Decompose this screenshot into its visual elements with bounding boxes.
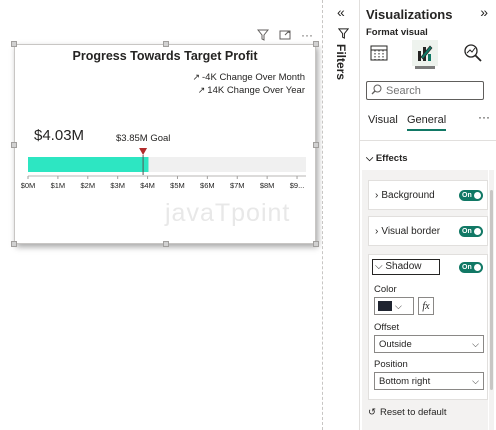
position-dropdown[interactable]: Bottom right ⌵ <box>374 372 484 390</box>
visual-title: Progress Towards Target Profit <box>72 49 258 63</box>
axis-tick-label: $4M <box>140 181 155 190</box>
color-label: Color <box>374 284 397 295</box>
build-visual-icon[interactable] <box>366 40 392 66</box>
resize-handle[interactable] <box>163 241 169 247</box>
filters-pane-collapsed: « Filters <box>322 0 360 430</box>
gauge-fill-bar <box>28 157 149 172</box>
pane-title: Visualizations <box>366 7 453 22</box>
powerbi-window: ··· Progress Towards Target Profit ↗ -4K … <box>0 0 496 430</box>
conditional-format-button[interactable]: fx <box>418 297 434 315</box>
shadow-toggle[interactable]: On <box>459 262 483 273</box>
axis-tick-label: $7M <box>230 181 245 190</box>
shadow-color-picker[interactable]: ⌵ <box>374 297 414 315</box>
report-canvas: ··· Progress Towards Target Profit ↗ -4K … <box>0 0 322 430</box>
chevron-down-icon: ⌵ <box>472 375 479 386</box>
kpi-month-text: -4K Change Over Month <box>202 72 305 83</box>
axis-tick-label: $0M <box>21 181 36 190</box>
chevron-right-icon: › <box>375 225 379 237</box>
position-value: Bottom right <box>379 375 431 387</box>
axis-tick-label: $8M <box>260 181 275 190</box>
pane-subtitle: Format visual <box>366 27 428 38</box>
format-cards-area: › Background On › Visual border On ⌵ Shado… <box>362 170 488 430</box>
visual-border-label: Visual border <box>381 225 441 237</box>
color-swatch <box>378 301 392 311</box>
active-mode-indicator <box>415 66 435 69</box>
background-toggle[interactable]: On <box>459 189 483 201</box>
search-icon <box>371 84 382 98</box>
effects-label: Effects <box>375 153 408 164</box>
offset-value: Outside <box>379 338 412 350</box>
scroll-thumb[interactable] <box>490 190 493 390</box>
goal-label: $3.85M Goal <box>116 133 171 144</box>
axis-tick-label: $1M <box>51 181 66 190</box>
chevron-down-icon: ⌵ <box>366 153 374 164</box>
trend-arrow-icon: ↗ <box>197 85 206 95</box>
visual-border-card[interactable]: › Visual border On <box>368 216 488 246</box>
axis-ticks: $0M $1M $2M $3M $4M $5M $6M $7M $8M $9... <box>21 176 305 190</box>
axis-tick-label: $5M <box>170 181 185 190</box>
visual-header: ··· <box>256 28 314 42</box>
resize-handle[interactable] <box>313 241 319 247</box>
progress-gauge: $0M $1M $2M $3M $4M $5M $6M $7M $8M $9... <box>21 148 306 190</box>
reset-icon: ↺ <box>368 407 376 418</box>
chevron-down-icon: ⌵ <box>375 261 383 272</box>
axis-tick-label: $3M <box>110 181 125 190</box>
trend-arrow-icon: ↗ <box>192 72 201 82</box>
expand-filters-icon[interactable]: « <box>337 4 345 20</box>
resize-handle[interactable] <box>11 41 17 47</box>
tab-visual[interactable]: Visual <box>368 114 398 126</box>
analytics-icon[interactable] <box>460 40 486 66</box>
effects-section-header[interactable]: ⌵ Effects <box>366 153 408 164</box>
collapse-pane-icon[interactable]: » <box>480 4 488 20</box>
axis-tick-label: $9... <box>290 181 305 190</box>
funnel-icon[interactable] <box>337 28 350 42</box>
tab-divider <box>360 140 496 141</box>
filter-icon[interactable] <box>256 28 270 42</box>
axis-tick-label: $6M <box>200 181 215 190</box>
tab-general[interactable]: General <box>407 114 447 131</box>
shadow-label: Shadow <box>385 261 422 272</box>
goal-marker <box>139 148 148 155</box>
goal-visual[interactable]: Progress Towards Target Profit ↗ -4K Chan… <box>11 41 319 247</box>
pane-mode-icons <box>360 40 496 66</box>
background-card[interactable]: › Background On <box>368 180 488 210</box>
chevron-right-icon: › <box>375 189 379 201</box>
pane-scrollbar[interactable] <box>489 170 494 430</box>
resize-handle[interactable] <box>163 41 169 47</box>
position-label: Position <box>374 359 408 370</box>
focus-mode-icon[interactable] <box>278 28 292 42</box>
search-input[interactable] <box>386 84 481 97</box>
visual-border-toggle[interactable]: On <box>459 225 483 237</box>
more-options-icon[interactable]: ··· <box>478 110 490 124</box>
kpi-year-change: ↗ 14K Change Over Year <box>198 85 305 96</box>
chevron-down-icon: ⌵ <box>395 300 402 311</box>
filters-label[interactable]: Filters <box>334 44 348 80</box>
watermark: javaTpoint <box>165 199 291 227</box>
offset-dropdown[interactable]: Outside ⌵ <box>374 335 484 353</box>
format-visual-icon[interactable] <box>412 40 438 66</box>
shadow-card: ⌵ Shadow On Color ⌵ fx Offset Outside ⌵ … <box>368 254 488 400</box>
current-value: $4.03M <box>34 127 85 144</box>
reset-label: Reset to default <box>379 407 447 418</box>
axis-tick-label: $2M <box>80 181 95 190</box>
shadow-header[interactable]: ⌵ Shadow <box>372 259 440 275</box>
resize-handle[interactable] <box>313 41 319 47</box>
more-options-icon[interactable]: ··· <box>300 28 314 42</box>
visualizations-pane: Visualizations » Format visual Visual Ge… <box>360 0 496 430</box>
kpi-month-change: ↗ -4K Change Over Month <box>192 72 305 83</box>
search-box[interactable] <box>366 81 484 100</box>
background-label: Background <box>381 189 435 201</box>
kpi-year-text: 14K Change Over Year <box>207 85 305 96</box>
chevron-down-icon: ⌵ <box>472 338 479 349</box>
resize-handle[interactable] <box>11 241 17 247</box>
reset-to-default-button[interactable]: ↺ Reset to default <box>368 407 447 418</box>
offset-label: Offset <box>374 322 400 333</box>
